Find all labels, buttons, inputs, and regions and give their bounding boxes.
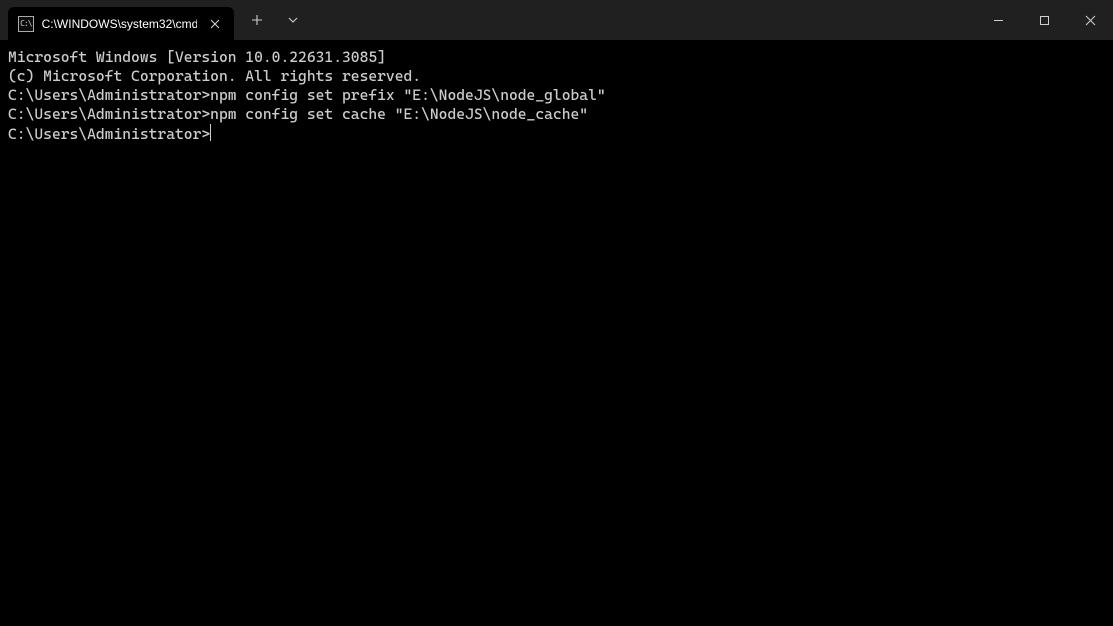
cmd-icon-text: C:\ [20,20,31,28]
chevron-down-icon [288,15,298,25]
tab-dropdown-button[interactable] [278,5,308,35]
tab-cmd[interactable]: C:\ C:\WINDOWS\system32\cmd. [8,7,234,40]
close-icon [1085,15,1096,26]
minimize-icon [993,15,1004,26]
close-window-button[interactable] [1067,0,1113,40]
plus-icon [251,14,263,26]
terminal-line: (c) Microsoft Corporation. All rights re… [8,67,1105,86]
minimize-button[interactable] [975,0,1021,40]
new-tab-button[interactable] [242,5,272,35]
window-controls [975,0,1113,40]
terminal-output[interactable]: Microsoft Windows [Version 10.0.22631.30… [0,40,1113,626]
terminal-line: Microsoft Windows [Version 10.0.22631.30… [8,48,1105,67]
terminal-window: C:\ C:\WINDOWS\system32\cmd. [0,0,1113,626]
tabstrip: C:\ C:\WINDOWS\system32\cmd. [0,0,234,40]
maximize-icon [1039,15,1050,26]
terminal-line: C:\Users\Administrator>npm config set ca… [8,105,1105,124]
terminal-line: C:\Users\Administrator> [8,124,1105,144]
titlebar: C:\ C:\WINDOWS\system32\cmd. [0,0,1113,40]
close-icon [210,19,220,29]
terminal-line: C:\Users\Administrator>npm config set pr… [8,86,1105,105]
maximize-button[interactable] [1021,0,1067,40]
cmd-icon: C:\ [18,16,34,32]
text-cursor [210,124,211,141]
tab-close-button[interactable] [205,13,226,35]
tab-title: C:\WINDOWS\system32\cmd. [42,17,197,31]
tabstrip-actions [234,0,308,40]
